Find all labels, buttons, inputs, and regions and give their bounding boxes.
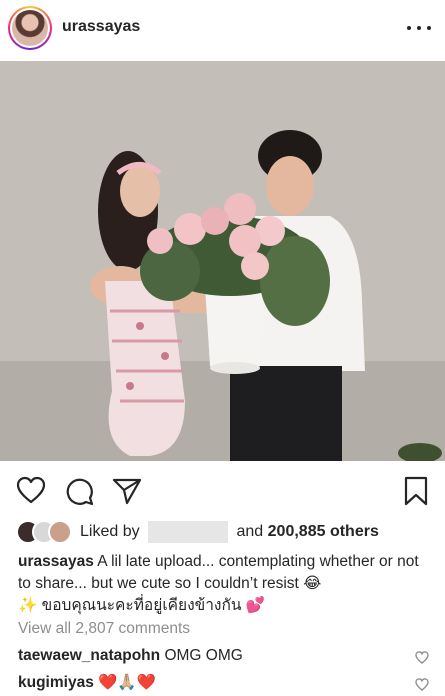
heart-icon[interactable] (16, 476, 46, 504)
comment-icon[interactable] (64, 476, 94, 506)
comment-like-heart-icon[interactable] (415, 678, 429, 691)
comment-item: taewaew_natapohn OMG OMG (18, 647, 243, 665)
story-avatar[interactable] (8, 6, 52, 50)
comment-like-heart-icon[interactable] (415, 651, 429, 664)
more-options-icon[interactable] (407, 16, 431, 40)
action-bar (0, 470, 445, 510)
caption-line-2: ✨ ขอบคุณนะคะที่อยู่เคียงข้างกัน 💕 (18, 597, 266, 614)
comment-text: OMG OMG (164, 647, 243, 664)
redacted-username (148, 521, 229, 543)
avatar (12, 10, 48, 46)
post-username[interactable]: urassayas (62, 18, 140, 36)
post-photo[interactable] (0, 61, 445, 461)
photo-illustration (0, 61, 445, 461)
post-header: urassayas (0, 0, 445, 60)
share-icon[interactable] (112, 476, 142, 506)
likes-row[interactable]: Liked by and 200,885 others (16, 520, 379, 544)
comment-username[interactable]: kugimiyas (18, 674, 94, 691)
caption-username[interactable]: urassayas (18, 553, 94, 570)
liker-avatar (48, 520, 72, 544)
comment-username[interactable]: taewaew_natapohn (18, 647, 160, 664)
view-all-comments-link[interactable]: View all 2,807 comments (18, 620, 190, 638)
comment-text: ❤️🙏🏼❤️ (98, 674, 157, 691)
comment-item: kugimiyas ❤️🙏🏼❤️ (18, 673, 156, 692)
bookmark-icon[interactable] (403, 476, 429, 506)
likes-count[interactable]: 200,885 others (268, 523, 379, 540)
likes-text: Liked by and 200,885 others (80, 521, 379, 543)
post-caption: urassayas A lil late upload... contempla… (18, 551, 430, 617)
